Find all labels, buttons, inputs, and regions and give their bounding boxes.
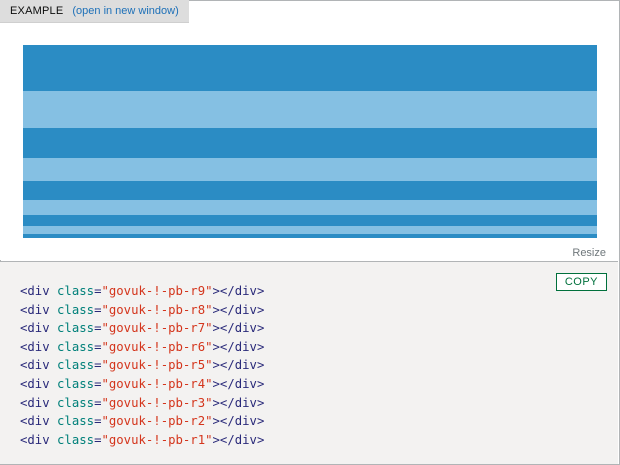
code-attr: class — [57, 376, 95, 391]
stripe-3 — [23, 128, 597, 158]
code-tag-open: <div — [20, 321, 50, 336]
code-line: <div class="govuk-!-pb-r3"></div> — [20, 394, 264, 413]
open-in-new-window-link[interactable]: (open in new window) — [72, 5, 178, 17]
code-tag-open: <div — [20, 284, 50, 298]
stripe-7 — [23, 215, 597, 226]
code-tag-close: ></div> — [212, 376, 265, 391]
code-block: <div class="govuk-!-pb-r9"></div> <div cl… — [20, 282, 264, 449]
code-value: "govuk-!-pb-r6" — [101, 339, 213, 354]
code-tag-close: ></div> — [212, 321, 265, 336]
example-preview: Resize — [0, 23, 618, 281]
code-line: <div class="govuk-!-pb-r7"></div> — [20, 319, 264, 338]
stripe-4 — [23, 158, 597, 181]
code-attr: class — [57, 339, 95, 354]
code-attr: class — [57, 321, 95, 336]
code-tag-open: <div — [20, 395, 50, 410]
code-value: "govuk-!-pb-r8" — [101, 302, 213, 317]
code-tag-close: ></div> — [212, 284, 265, 298]
stripe-5 — [23, 181, 597, 200]
code-tag-open: <div — [20, 432, 50, 447]
code-value: "govuk-!-pb-r4" — [101, 376, 213, 391]
code-attr: class — [57, 414, 95, 429]
code-panel: COPY <div class="govuk-!-pb-r9"></div> <d… — [0, 261, 618, 464]
code-attr: class — [57, 432, 95, 447]
example-tab-label: EXAMPLE — [10, 5, 64, 17]
code-line: <div class="govuk-!-pb-r1"></div> — [20, 431, 264, 450]
code-value: "govuk-!-pb-r9" — [101, 284, 213, 298]
code-attr: class — [57, 284, 95, 298]
code-tag-open: <div — [20, 358, 50, 373]
copy-button[interactable]: COPY — [555, 273, 607, 291]
code-value: "govuk-!-pb-r5" — [101, 358, 213, 373]
code-tag-open: <div — [20, 414, 50, 429]
example-tab: EXAMPLE (open in new window) — [0, 0, 189, 23]
code-line: <div class="govuk-!-pb-r8"></div> — [20, 301, 264, 320]
code-tag-close: ></div> — [212, 302, 265, 317]
stripe-6 — [23, 200, 597, 215]
code-line: <div class="govuk-!-pb-r5"></div> — [20, 356, 264, 375]
code-line: <div class="govuk-!-pb-r6"></div> — [20, 338, 264, 357]
code-attr: class — [57, 395, 95, 410]
code-attr: class — [57, 358, 95, 373]
stripe-2 — [23, 91, 597, 128]
code-value: "govuk-!-pb-r1" — [101, 432, 213, 447]
code-tag-close: ></div> — [212, 395, 265, 410]
padding-stripes — [23, 45, 597, 238]
stripe-1 — [23, 45, 597, 91]
stripe-9 — [23, 234, 597, 238]
code-attr: class — [57, 302, 95, 317]
stripe-8 — [23, 226, 597, 234]
code-tag-close: ></div> — [212, 339, 265, 354]
code-tag-close: ></div> — [212, 432, 265, 447]
code-tag-open: <div — [20, 339, 50, 354]
code-line: <div class="govuk-!-pb-r2"></div> — [20, 412, 264, 431]
code-value: "govuk-!-pb-r3" — [101, 395, 213, 410]
code-value: "govuk-!-pb-r7" — [101, 321, 213, 336]
code-line: <div class="govuk-!-pb-r4"></div> — [20, 375, 264, 394]
code-tag-close: ></div> — [212, 414, 265, 429]
code-tag-open: <div — [20, 302, 50, 317]
code-tag-close: ></div> — [212, 358, 265, 373]
code-line: <div class="govuk-!-pb-r9"></div> — [20, 282, 264, 301]
code-tag-open: <div — [20, 376, 50, 391]
resize-label: Resize — [572, 247, 606, 259]
code-value: "govuk-!-pb-r2" — [101, 414, 213, 429]
